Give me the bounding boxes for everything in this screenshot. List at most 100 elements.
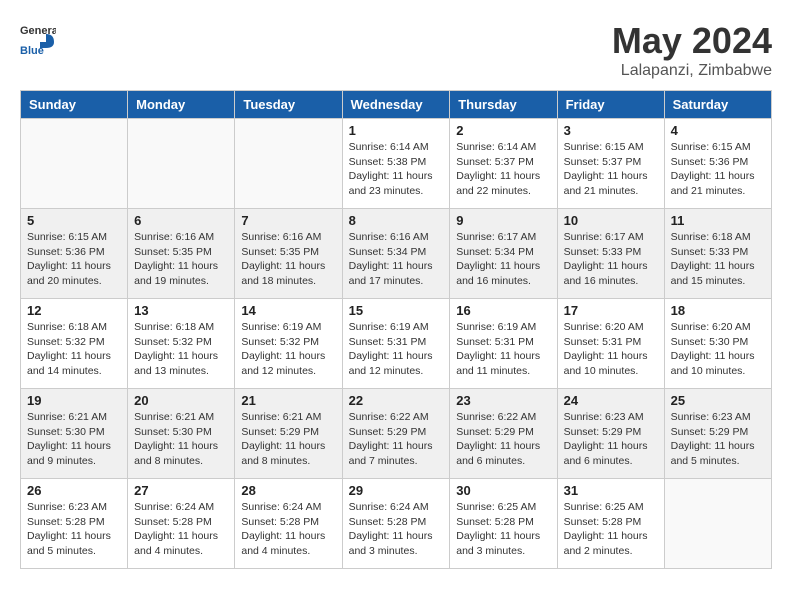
calendar-cell: 12Sunrise: 6:18 AM Sunset: 5:32 PM Dayli…: [21, 299, 128, 389]
day-info: Sunrise: 6:19 AM Sunset: 5:31 PM Dayligh…: [349, 320, 444, 379]
calendar-cell: 31 Sunrise: 6:25 AM Sunset: 5:28 PM Dayli…: [557, 479, 664, 569]
day-info: Sunrise: 6:15 AM Sunset: 5:36 PM Dayligh…: [27, 230, 121, 289]
day-number: 13: [134, 303, 228, 318]
calendar-cell: [21, 119, 128, 209]
day-info: Sunrise: 6:23 AM Sunset: 5:29 PM Dayligh…: [564, 410, 658, 469]
day-info: Sunrise: 6:24 AM Sunset: 5:28 PM Dayligh…: [241, 500, 335, 559]
day-info: Sunrise: 6:21 AM Sunset: 5:30 PM Dayligh…: [134, 410, 228, 469]
day-info: Sunrise: 6:14 AM Sunset: 5:37 PM Dayligh…: [456, 140, 550, 199]
day-number: 12: [27, 303, 121, 318]
calendar-table: SundayMondayTuesdayWednesdayThursdayFrid…: [20, 90, 772, 569]
day-info: Sunrise: 6:20 AM Sunset: 5:31 PM Dayligh…: [564, 320, 658, 379]
calendar-cell: 23 Sunrise: 6:22 AM Sunset: 5:29 PM Dayli…: [450, 389, 557, 479]
day-number: 23: [456, 393, 550, 408]
day-number: 1: [349, 123, 444, 138]
day-info: Sunrise: 6:15 AM Sunset: 5:37 PM Dayligh…: [564, 140, 658, 199]
day-info: Sunrise: 6:24 AM Sunset: 5:28 PM Dayligh…: [134, 500, 228, 559]
day-number: 18: [671, 303, 765, 318]
calendar-cell: [235, 119, 342, 209]
calendar-cell: 8 Sunrise: 6:16 AM Sunset: 5:34 PM Daylig…: [342, 209, 450, 299]
weekday-header-saturday: Saturday: [664, 91, 771, 119]
week-row-3: 12 Sunrise: 6:18 AM Sunset: 5:32 PM Dayli…: [21, 299, 772, 389]
day-number: 31: [564, 483, 658, 498]
day-number: 20: [134, 393, 228, 408]
calendar-cell: 1 Sunrise: 6:14 AM Sunset: 5:38 PM Daylig…: [342, 119, 450, 209]
calendar-cell: 27Sunrise: 6:24 AM Sunset: 5:28 PM Dayli…: [128, 479, 235, 569]
calendar-cell: 14Sunrise: 6:19 AM Sunset: 5:32 PM Dayli…: [235, 299, 342, 389]
day-info: Sunrise: 6:16 AM Sunset: 5:34 PM Dayligh…: [349, 230, 444, 289]
calendar-cell: 9Sunrise: 6:17 AM Sunset: 5:34 PM Daylig…: [450, 209, 557, 299]
day-number: 17: [564, 303, 658, 318]
day-info: Sunrise: 6:18 AM Sunset: 5:33 PM Dayligh…: [671, 230, 765, 289]
weekday-header-thursday: Thursday: [450, 91, 557, 119]
page-header: General Blue May 2024 Lalapanzi, Zimbabw…: [20, 20, 772, 80]
day-info: Sunrise: 6:20 AM Sunset: 5:30 PM Dayligh…: [671, 320, 765, 379]
calendar-cell: 18 Sunrise: 6:20 AM Sunset: 5:30 PM Dayli…: [664, 299, 771, 389]
weekday-header-tuesday: Tuesday: [235, 91, 342, 119]
calendar-cell: 19 Sunrise: 6:21 AM Sunset: 5:30 PM Dayli…: [21, 389, 128, 479]
calendar-cell: 10Sunrise: 6:17 AM Sunset: 5:33 PM Dayli…: [557, 209, 664, 299]
weekday-header-sunday: Sunday: [21, 91, 128, 119]
title-block: May 2024 Lalapanzi, Zimbabwe: [612, 20, 772, 80]
day-number: 25: [671, 393, 765, 408]
calendar-cell: 15 Sunrise: 6:19 AM Sunset: 5:31 PM Dayli…: [342, 299, 450, 389]
day-number: 6: [134, 213, 228, 228]
day-info: Sunrise: 6:15 AM Sunset: 5:36 PM Dayligh…: [671, 140, 765, 199]
day-info: Sunrise: 6:19 AM Sunset: 5:31 PM Dayligh…: [456, 320, 550, 379]
day-number: 28: [241, 483, 335, 498]
day-info: Sunrise: 6:25 AM Sunset: 5:28 PM Dayligh…: [564, 500, 658, 559]
month-title: May 2024: [612, 20, 772, 62]
calendar-cell: 30 Sunrise: 6:25 AM Sunset: 5:28 PM Dayli…: [450, 479, 557, 569]
weekday-header-wednesday: Wednesday: [342, 91, 450, 119]
day-info: Sunrise: 6:23 AM Sunset: 5:29 PM Dayligh…: [671, 410, 765, 469]
day-number: 7: [241, 213, 335, 228]
calendar-cell: [664, 479, 771, 569]
calendar-cell: 5 Sunrise: 6:15 AM Sunset: 5:36 PM Daylig…: [21, 209, 128, 299]
day-info: Sunrise: 6:21 AM Sunset: 5:30 PM Dayligh…: [27, 410, 121, 469]
calendar-cell: 20 Sunrise: 6:21 AM Sunset: 5:30 PM Dayli…: [128, 389, 235, 479]
day-number: 14: [241, 303, 335, 318]
calendar-cell: 6 Sunrise: 6:16 AM Sunset: 5:35 PM Daylig…: [128, 209, 235, 299]
day-number: 15: [349, 303, 444, 318]
calendar-cell: 2 Sunrise: 6:14 AM Sunset: 5:37 PM Daylig…: [450, 119, 557, 209]
calendar-cell: 16Sunrise: 6:19 AM Sunset: 5:31 PM Dayli…: [450, 299, 557, 389]
week-row-4: 19 Sunrise: 6:21 AM Sunset: 5:30 PM Dayli…: [21, 389, 772, 479]
day-number: 30: [456, 483, 550, 498]
day-info: Sunrise: 6:25 AM Sunset: 5:28 PM Dayligh…: [456, 500, 550, 559]
day-info: Sunrise: 6:18 AM Sunset: 5:32 PM Dayligh…: [134, 320, 228, 379]
calendar-cell: 4 Sunrise: 6:15 AM Sunset: 5:36 PM Daylig…: [664, 119, 771, 209]
day-info: Sunrise: 6:21 AM Sunset: 5:29 PM Dayligh…: [241, 410, 335, 469]
day-info: Sunrise: 6:22 AM Sunset: 5:29 PM Dayligh…: [456, 410, 550, 469]
calendar-cell: 7Sunrise: 6:16 AM Sunset: 5:35 PM Daylig…: [235, 209, 342, 299]
day-info: Sunrise: 6:14 AM Sunset: 5:38 PM Dayligh…: [349, 140, 444, 199]
calendar-cell: 25 Sunrise: 6:23 AM Sunset: 5:29 PM Dayli…: [664, 389, 771, 479]
day-number: 3: [564, 123, 658, 138]
day-number: 29: [349, 483, 444, 498]
day-info: Sunrise: 6:17 AM Sunset: 5:33 PM Dayligh…: [564, 230, 658, 289]
day-number: 5: [27, 213, 121, 228]
day-number: 2: [456, 123, 550, 138]
calendar-cell: 21 Sunrise: 6:21 AM Sunset: 5:29 PM Dayli…: [235, 389, 342, 479]
day-info: Sunrise: 6:23 AM Sunset: 5:28 PM Dayligh…: [27, 500, 121, 559]
calendar-cell: 17 Sunrise: 6:20 AM Sunset: 5:31 PM Dayli…: [557, 299, 664, 389]
calendar-cell: 26 Sunrise: 6:23 AM Sunset: 5:28 PM Dayli…: [21, 479, 128, 569]
calendar-cell: 11Sunrise: 6:18 AM Sunset: 5:33 PM Dayli…: [664, 209, 771, 299]
weekday-header-friday: Friday: [557, 91, 664, 119]
day-info: Sunrise: 6:22 AM Sunset: 5:29 PM Dayligh…: [349, 410, 444, 469]
svg-text:Blue: Blue: [20, 45, 44, 56]
day-number: 9: [456, 213, 550, 228]
day-number: 21: [241, 393, 335, 408]
logo: General Blue: [20, 20, 56, 56]
day-info: Sunrise: 6:16 AM Sunset: 5:35 PM Dayligh…: [134, 230, 228, 289]
day-number: 8: [349, 213, 444, 228]
day-number: 4: [671, 123, 765, 138]
calendar-cell: 3 Sunrise: 6:15 AM Sunset: 5:37 PM Daylig…: [557, 119, 664, 209]
calendar-cell: 28 Sunrise: 6:24 AM Sunset: 5:28 PM Dayli…: [235, 479, 342, 569]
week-row-5: 26 Sunrise: 6:23 AM Sunset: 5:28 PM Dayli…: [21, 479, 772, 569]
weekday-header-row: SundayMondayTuesdayWednesdayThursdayFrid…: [21, 91, 772, 119]
location-subtitle: Lalapanzi, Zimbabwe: [612, 62, 772, 80]
day-number: 19: [27, 393, 121, 408]
day-number: 24: [564, 393, 658, 408]
day-number: 26: [27, 483, 121, 498]
day-number: 22: [349, 393, 444, 408]
